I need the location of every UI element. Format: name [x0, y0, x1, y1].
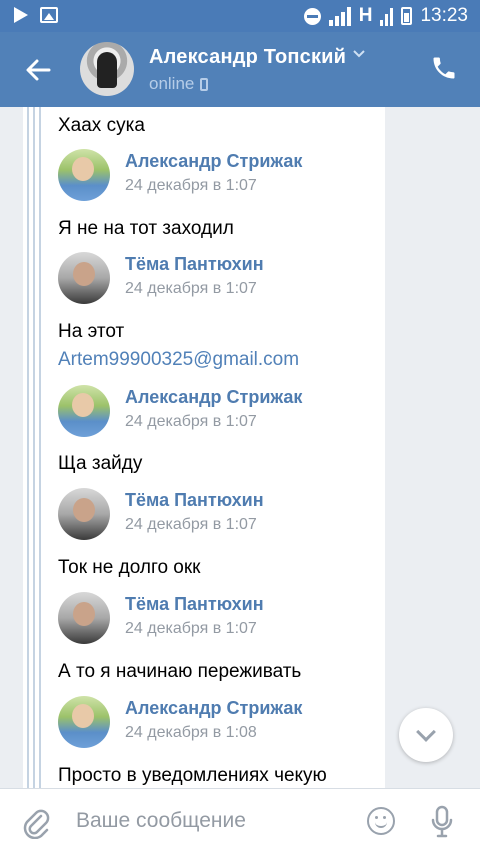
signal-icon-2: [380, 6, 394, 26]
message-time: 24 декабря в 1:07: [125, 516, 257, 533]
message-time: 24 декабря в 1:08: [125, 724, 257, 741]
message-input[interactable]: Ваше сообщение: [76, 809, 246, 833]
paperclip-icon: [23, 809, 50, 840]
message-sender[interactable]: Александр Стрижак 24 декабря в 1:07: [58, 149, 378, 203]
message-text: Хаах сука: [58, 115, 145, 136]
message-time: 24 декабря в 1:07: [125, 620, 257, 637]
chevron-down-icon[interactable]: [352, 46, 366, 64]
avatar[interactable]: [58, 385, 110, 437]
mic-button[interactable]: [430, 805, 454, 839]
sender-name[interactable]: Александр Стрижак: [125, 151, 302, 172]
attach-button[interactable]: [22, 807, 50, 840]
call-button[interactable]: [430, 54, 460, 84]
avatar[interactable]: [80, 42, 134, 96]
avatar[interactable]: [58, 149, 110, 201]
online-status: online: [149, 74, 209, 94]
message-sender[interactable]: Александр Стрижак 24 декабря в 1:08: [58, 696, 378, 750]
message-list[interactable]: Хаах сука Александр Стрижак 24 декабря в…: [0, 107, 480, 788]
message-sender[interactable]: Тёма Пантюхин 24 декабря в 1:07: [58, 592, 378, 646]
battery-icon: [401, 7, 413, 25]
chevron-down-icon: [416, 722, 436, 742]
message-sender[interactable]: Тёма Пантюхин 24 декабря в 1:07: [58, 252, 378, 306]
message-text: Ща зайду: [58, 453, 143, 474]
sender-name[interactable]: Тёма Пантюхин: [125, 254, 264, 275]
avatar[interactable]: [58, 696, 110, 748]
message-sender[interactable]: Александр Стрижак 24 декабря в 1:07: [58, 385, 378, 439]
scroll-down-button[interactable]: [399, 708, 453, 762]
message-time: 24 декабря в 1:07: [125, 280, 257, 297]
phone-icon: [433, 57, 455, 79]
message-text: Просто в уведомлениях чекую: [58, 765, 327, 786]
arrow-left-icon: [26, 59, 51, 81]
clock: 13:23: [420, 5, 468, 26]
emoji-button[interactable]: [367, 807, 395, 835]
message-text: А то я начинаю переживать: [58, 661, 302, 682]
status-bar: H 13:23: [0, 0, 480, 32]
mobile-icon: [200, 77, 209, 91]
sender-name[interactable]: Тёма Пантюхин: [125, 490, 264, 511]
network-type: H: [358, 5, 373, 26]
email-link[interactable]: Artem99900325@gmail.com: [58, 349, 299, 371]
message-time: 24 декабря в 1:07: [125, 177, 257, 194]
online-status-text: online: [149, 74, 195, 93]
message-text: Ток не долго окк: [58, 557, 201, 578]
forward-indent-lines: [27, 107, 41, 788]
message-sender[interactable]: Тёма Пантюхин 24 декабря в 1:07: [58, 488, 378, 542]
do-not-disturb-icon: [303, 7, 321, 25]
sender-name[interactable]: Тёма Пантюхин: [125, 594, 264, 615]
chat-title[interactable]: Александр Топский: [149, 46, 346, 69]
message-text: Я не на тот заходил: [58, 218, 234, 239]
avatar[interactable]: [58, 488, 110, 540]
sender-name[interactable]: Александр Стрижак: [125, 698, 302, 719]
signal-icon: [328, 6, 351, 26]
image-icon: [40, 7, 58, 23]
message-text: На этот: [58, 321, 125, 342]
avatar[interactable]: [58, 592, 110, 644]
avatar[interactable]: [58, 252, 110, 304]
sender-name[interactable]: Александр Стрижак: [125, 387, 302, 408]
forwarded-messages-card: [23, 107, 385, 788]
chat-header: Александр Топский online: [0, 32, 480, 107]
play-icon: [14, 7, 28, 23]
message-composer: Ваше сообщение: [0, 788, 480, 854]
microphone-icon: [431, 805, 453, 838]
back-button[interactable]: [20, 52, 56, 88]
message-time: 24 декабря в 1:07: [125, 413, 257, 430]
